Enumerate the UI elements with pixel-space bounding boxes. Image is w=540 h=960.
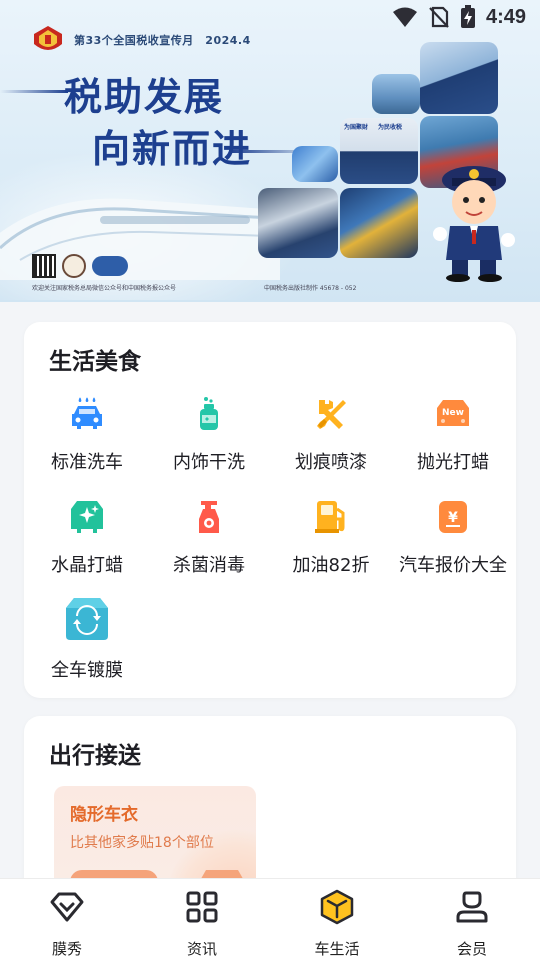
sparkle-car-icon	[71, 501, 103, 533]
life-services-card: 生活美食 标准洗车 内饰干洗 划痕喷漆 New 抛光打蜡 水晶打蜡 杀菌消毒 加…	[24, 322, 516, 698]
new-badge-icon: New	[437, 400, 469, 426]
car-film-icon	[66, 598, 108, 640]
tab-label: 车生活	[314, 940, 360, 958]
service-item-scratch-paint[interactable]: 划痕喷漆	[270, 396, 392, 486]
consulting-photo	[258, 188, 338, 258]
status-time: 4:49	[485, 5, 526, 28]
service-label: 标准洗车	[51, 452, 123, 473]
promo-subtitle: 比其他家多贴18个部位	[70, 835, 214, 851]
service-label: 加油82折	[292, 555, 370, 576]
service-item-crystal-wax[interactable]: 水晶打蜡	[26, 499, 148, 589]
tab-label: 会员	[456, 940, 487, 958]
service-item-interior-clean[interactable]: 内饰干洗	[148, 396, 270, 486]
grid-icon	[186, 891, 218, 923]
svg-text:New: New	[442, 408, 464, 418]
disinfect-spray-icon	[199, 501, 219, 533]
service-label: 划痕喷漆	[295, 452, 367, 473]
tab-film-show[interactable]: 膜秀	[17, 887, 117, 958]
service-label: 抛光打蜡	[417, 452, 489, 473]
service-item-standard-wash[interactable]: 标准洗车	[26, 396, 148, 486]
no-sim-icon	[429, 6, 449, 28]
banner-slogan-line1: 税助发展	[64, 75, 225, 119]
service-label: 全车镀膜	[51, 660, 123, 681]
promo-title: 隐形车衣	[70, 805, 138, 825]
service-item-car-prices[interactable]: ¥ 汽车报价大全	[392, 499, 514, 589]
qr-code	[32, 254, 56, 278]
tax-newspaper-logo	[62, 254, 86, 278]
campaign-logo	[92, 256, 128, 276]
bottom-tab-bar: 膜秀 资讯 车生活 会员	[0, 878, 540, 960]
section-title: 出行接送	[49, 743, 141, 769]
tab-label: 资讯	[186, 940, 217, 958]
person-icon	[456, 891, 488, 923]
tab-car-life[interactable]: 车生活	[287, 887, 387, 958]
status-bar: 4:49	[0, 0, 540, 36]
service-label: 内饰干洗	[173, 452, 245, 473]
status-icons: 4:49	[392, 5, 526, 29]
app-screen: 第33个全国税收宣传月 2024.4 税助发展 向新而进 为国聚财 为民收税 欢…	[0, 0, 540, 960]
slogan-decor-line	[0, 90, 68, 93]
tax-officer-mascot	[433, 166, 515, 282]
svg-text:¥: ¥	[448, 510, 458, 526]
factory-robots-photo	[340, 188, 418, 258]
diamond-icon	[50, 892, 84, 922]
city-skyline-photo	[372, 74, 420, 114]
tax-month-banner[interactable]: 第33个全国税收宣传月 2024.4 税助发展 向新而进 为国聚财 为民收税 欢…	[0, 0, 540, 302]
wrench-screwdriver-icon	[317, 400, 346, 429]
photo-caption-right: 为民收税	[378, 124, 403, 131]
tab-news[interactable]: 资讯	[152, 887, 252, 958]
price-tag-icon: ¥	[439, 501, 467, 533]
banner-footer-left: 欢迎关注国家税务总局微信公众号和中国税务报公众号	[32, 285, 177, 292]
fuel-pump-icon	[315, 501, 345, 533]
service-desk-photo: 为国聚财 为民收税	[340, 118, 418, 184]
banner-slogan-line2: 向新而进	[92, 127, 253, 171]
service-item-polish-wax[interactable]: New 抛光打蜡	[392, 396, 514, 486]
service-item-full-coating[interactable]: 全车镀膜	[26, 592, 148, 692]
car-wash-icon	[72, 397, 102, 429]
section-title: 生活美食	[49, 349, 141, 375]
spray-bottle-icon	[200, 397, 218, 430]
service-label: 杀菌消毒	[173, 555, 245, 576]
service-label: 水晶打蜡	[51, 555, 123, 576]
banner-footer-right: 中国税务出版社制作 45678 - 052	[264, 285, 357, 292]
wifi-icon	[392, 7, 417, 27]
service-label: 汽车报价大全	[399, 555, 507, 576]
photo-caption-left: 为国聚财	[344, 124, 369, 131]
officers-photo	[420, 42, 498, 114]
service-item-fuel-discount[interactable]: 加油82折	[270, 499, 392, 589]
tab-member[interactable]: 会员	[422, 887, 522, 958]
technology-photo	[292, 146, 338, 182]
tab-label: 膜秀	[51, 940, 82, 958]
cube-icon	[320, 889, 354, 925]
service-item-disinfect[interactable]: 杀菌消毒	[148, 499, 270, 589]
battery-charging-icon	[460, 5, 475, 28]
